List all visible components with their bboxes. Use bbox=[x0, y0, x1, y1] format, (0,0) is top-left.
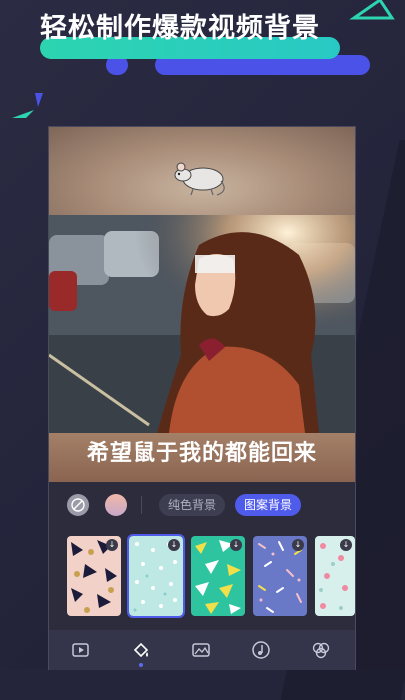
filter-icon[interactable] bbox=[311, 640, 331, 660]
no-background-icon[interactable] bbox=[67, 494, 89, 516]
mouse-sticker[interactable] bbox=[171, 155, 231, 199]
download-icon: ↓ bbox=[168, 539, 180, 551]
video-add-icon[interactable] bbox=[71, 640, 91, 660]
hearts-pattern[interactable]: ↓ bbox=[315, 536, 355, 616]
gradient-swatch[interactable] bbox=[105, 494, 127, 516]
image-icon[interactable] bbox=[191, 640, 211, 660]
pattern-background-button[interactable]: 图案背景 bbox=[235, 494, 301, 516]
triangle-blue-icon bbox=[35, 93, 43, 107]
phone-screen: 希望鼠于我的都能回来 纯色背景 图案背景 ↓ ↓ ↓ ↓ ↓ bbox=[48, 126, 356, 670]
triangles-pattern[interactable]: ↓ bbox=[191, 536, 245, 616]
video-caption[interactable]: 希望鼠于我的都能回来 bbox=[49, 435, 355, 467]
confetti-pattern[interactable]: ↓ bbox=[253, 536, 307, 616]
background-options: 纯色背景 图案背景 bbox=[49, 490, 355, 520]
solid-background-button[interactable]: 纯色背景 bbox=[159, 494, 225, 516]
music-icon[interactable] bbox=[251, 640, 271, 660]
download-icon: ↓ bbox=[230, 539, 242, 551]
download-icon: ↓ bbox=[340, 539, 352, 551]
leaves-pattern[interactable]: ↓ bbox=[67, 536, 121, 616]
active-indicator bbox=[139, 663, 143, 667]
dots-pattern[interactable]: ↓ bbox=[127, 534, 185, 618]
download-icon: ↓ bbox=[292, 539, 304, 551]
download-icon: ↓ bbox=[106, 539, 118, 551]
divider bbox=[141, 496, 142, 514]
bottom-toolbar bbox=[49, 630, 355, 670]
pattern-list: ↓ ↓ ↓ ↓ ↓ bbox=[49, 534, 355, 618]
paint-bucket-icon[interactable] bbox=[131, 640, 151, 660]
portrait-photo[interactable] bbox=[49, 215, 355, 433]
video-canvas: 希望鼠于我的都能回来 bbox=[49, 127, 355, 482]
promo-headline: 轻松制作爆款视频背景 bbox=[40, 13, 320, 44]
